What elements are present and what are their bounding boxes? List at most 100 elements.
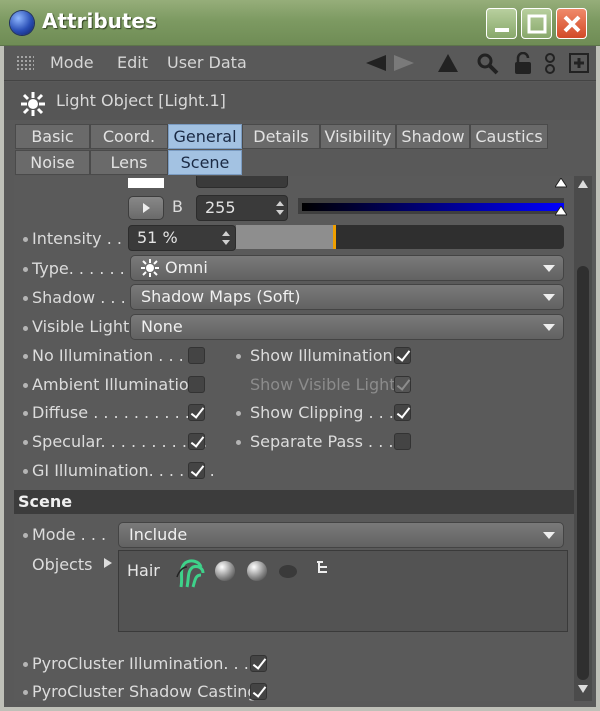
intensity-spinner-icon[interactable] (222, 231, 230, 245)
tab-details[interactable]: Details (242, 124, 320, 149)
separate-pass-label: Separate Pass . . . . (250, 432, 404, 451)
shadow-label: Shadow . . . (32, 288, 126, 307)
dark-tag-icon (279, 565, 297, 578)
visible-light-value: None (141, 317, 183, 336)
shadow-dropdown[interactable]: Shadow Maps (Soft) (130, 284, 564, 310)
separate-pass-checkbox[interactable] (394, 433, 411, 450)
gradient-bottom-marker-icon[interactable] (555, 206, 567, 216)
up-arrow-icon[interactable] (436, 52, 460, 74)
ambient-illumination-checkbox[interactable] (188, 376, 205, 393)
back-arrow-icon[interactable] (364, 52, 388, 74)
scene-mode-value: Include (129, 525, 188, 544)
color-b-label: B (172, 197, 183, 216)
animate-dot-show-clipping-icon[interactable] (236, 411, 241, 416)
grip-icon[interactable] (16, 55, 34, 71)
pyro-illumination-label: PyroCluster Illumination. . . . (32, 654, 259, 673)
objects-list[interactable]: Hair (118, 550, 568, 632)
scene-section-header: Scene (14, 490, 574, 514)
attributes-panel: B 255 Intensity . . . 51 % Type. . . . .… (14, 176, 574, 701)
window-title: Attributes (42, 9, 157, 33)
visible-light-dropdown[interactable]: None (130, 314, 564, 340)
tab-scene[interactable]: Scene (168, 150, 242, 175)
objects-list-item[interactable]: Hair (127, 561, 160, 580)
chevron-down-icon (543, 532, 555, 539)
omni-light-icon (141, 259, 159, 277)
type-value: Omni (165, 258, 208, 277)
search-icon[interactable] (476, 52, 500, 76)
scene-mode-dropdown[interactable]: Include (118, 522, 564, 548)
animate-dot-ambient-icon[interactable] (23, 383, 28, 388)
menu-bar: Mode Edit User Data (4, 46, 596, 81)
animate-dot-mode-icon[interactable] (23, 533, 28, 538)
play-arrow-icon (143, 203, 150, 213)
animate-dot-separate-pass-icon[interactable] (236, 440, 241, 445)
hair-object-icon (176, 559, 205, 588)
expand-color-button[interactable] (128, 196, 164, 220)
type-label: Type. . . . . . (32, 259, 125, 278)
scrollbar-thumb[interactable] (577, 266, 589, 680)
tab-general[interactable]: General (168, 124, 242, 149)
type-dropdown[interactable]: Omni (130, 255, 564, 281)
color-swatch[interactable] (128, 178, 164, 188)
animate-dot-pyro-shadow-icon[interactable] (23, 690, 28, 695)
menu-user-data[interactable]: User Data (167, 53, 247, 72)
show-clipping-checkbox[interactable] (394, 404, 411, 421)
new-panel-icon[interactable] (568, 52, 590, 74)
no-illumination-checkbox[interactable] (188, 347, 205, 364)
animate-dot-show-illum-icon[interactable] (236, 354, 241, 359)
animate-dot-specular-icon[interactable] (23, 440, 28, 445)
color-g-field[interactable] (196, 176, 288, 188)
show-visible-light-checkbox (394, 376, 411, 393)
objects-label: Objects (32, 555, 93, 574)
blue-gradient-track[interactable] (298, 198, 564, 214)
show-illumination-label: Show Illumination (250, 346, 393, 365)
visible-light-label: Visible Light (32, 317, 130, 336)
color-b-spinner-icon[interactable] (276, 201, 284, 215)
animate-dot-no-illum-icon[interactable] (23, 354, 28, 359)
tab-caustics[interactable]: Caustics (470, 124, 548, 149)
tab-shadow[interactable]: Shadow (396, 124, 470, 149)
tab-visibility[interactable]: Visibility (320, 124, 396, 149)
menu-mode[interactable]: Mode (50, 53, 94, 72)
animate-dot-type-icon[interactable] (23, 267, 28, 272)
tab-noise[interactable]: Noise (15, 150, 90, 175)
show-illumination-checkbox[interactable] (394, 347, 411, 364)
menu-edit[interactable]: Edit (117, 53, 148, 72)
animate-dot-visible-light-icon[interactable] (23, 326, 28, 331)
tab-lens[interactable]: Lens (90, 150, 168, 175)
diffuse-checkbox[interactable] (188, 404, 205, 421)
maximize-button[interactable] (521, 8, 552, 39)
title-bar: Attributes (0, 0, 600, 46)
vertical-scrollbar[interactable] (574, 176, 592, 701)
show-clipping-label: Show Clipping . . . (250, 403, 394, 422)
node-icon[interactable] (542, 52, 558, 76)
gradient-top-marker-icon[interactable] (555, 178, 567, 188)
animate-dot-intensity-icon[interactable] (23, 237, 28, 242)
pyro-shadow-casting-checkbox[interactable] (250, 683, 267, 700)
animate-dot-diffuse-icon[interactable] (23, 411, 28, 416)
intensity-slider-handle[interactable] (333, 225, 336, 249)
forward-arrow-icon[interactable] (392, 52, 416, 74)
shadow-value: Shadow Maps (Soft) (141, 287, 301, 306)
light-object-icon (21, 92, 45, 116)
intensity-slider[interactable] (236, 225, 564, 249)
specular-checkbox[interactable] (188, 433, 205, 450)
lock-icon[interactable] (512, 52, 534, 76)
scroll-down-icon[interactable] (578, 685, 588, 693)
animate-dot-pyro-illum-icon[interactable] (23, 662, 28, 667)
gi-illumination-checkbox[interactable] (188, 462, 205, 479)
hierarchy-icon (317, 561, 327, 573)
expand-arrow-icon[interactable] (104, 558, 112, 568)
pyro-shadow-casting-label: PyroCluster Shadow Casting (32, 682, 258, 701)
close-button[interactable] (556, 8, 587, 39)
animate-dot-gi-icon[interactable] (23, 469, 28, 474)
tab-coord[interactable]: Coord. (90, 124, 168, 149)
intensity-field[interactable]: 51 % (128, 225, 236, 251)
pyro-illumination-checkbox[interactable] (250, 655, 267, 672)
tab-basic[interactable]: Basic (15, 124, 90, 149)
minimize-button[interactable] (486, 8, 517, 39)
animate-dot-shadow-icon[interactable] (23, 296, 28, 301)
scroll-up-icon[interactable] (578, 180, 588, 188)
material-sphere-icon (215, 561, 235, 581)
color-b-field[interactable]: 255 (196, 195, 288, 221)
